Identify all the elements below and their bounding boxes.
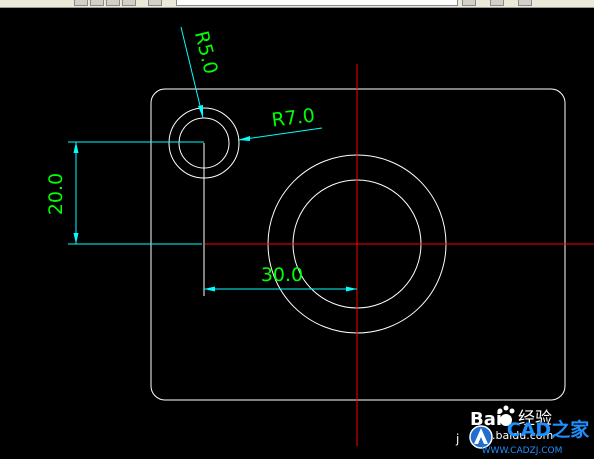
watermark-site-url: WWW.CADZJ.COM bbox=[482, 446, 563, 456]
toolbar-button-5[interactable] bbox=[148, 0, 162, 6]
toolbar-button-7[interactable] bbox=[490, 0, 504, 6]
toolbar-button-6[interactable] bbox=[462, 0, 476, 6]
dim-horizontal-label: 30.0 bbox=[261, 264, 303, 286]
toolbar-button-4[interactable] bbox=[122, 0, 136, 6]
watermark: Bai 经验 j .baidu.com CAD之家 WWW.CADZJ.COM bbox=[455, 405, 590, 456]
dim-vertical-label: 20.0 bbox=[45, 173, 67, 215]
toolbar bbox=[0, 0, 594, 8]
toolbar-dropdown[interactable] bbox=[176, 0, 458, 6]
drawing-canvas[interactable]: 20.0 30.0 R5.0 R7.0 bbox=[0, 8, 594, 459]
horizontal-dimension bbox=[204, 286, 357, 292]
toolbar-button-2[interactable] bbox=[90, 0, 104, 6]
cad-logo-icon bbox=[469, 425, 493, 449]
dim-radius-small-label: R5.0 bbox=[190, 29, 222, 76]
watermark-url-left: j bbox=[455, 432, 459, 446]
toolbar-button-1[interactable] bbox=[74, 0, 88, 6]
dim-radius-large-label: R7.0 bbox=[270, 104, 316, 131]
watermark-site-name: CAD之家 bbox=[507, 418, 590, 441]
toolbar-button-8[interactable] bbox=[518, 0, 532, 6]
toolbar-button-3[interactable] bbox=[106, 0, 120, 6]
